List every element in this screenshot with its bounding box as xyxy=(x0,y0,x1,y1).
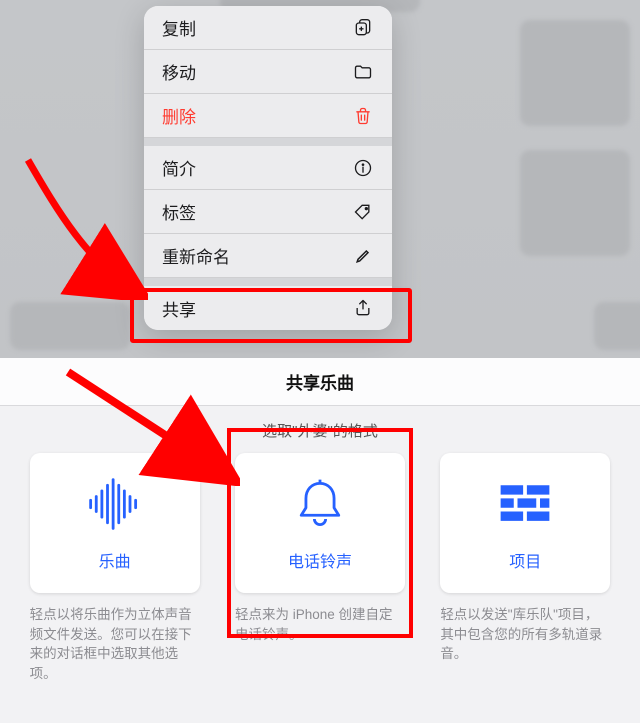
card-song-label: 乐曲 xyxy=(99,548,131,572)
menu-item-copy[interactable]: 复制 xyxy=(144,6,392,50)
waveform-icon xyxy=(85,474,145,534)
pencil-icon xyxy=(352,245,374,267)
menu-separator xyxy=(144,278,392,286)
sheet-subtitle: 选取"外婆"的格式 xyxy=(0,406,640,453)
card-ringtone: 电话铃声 轻点来为 iPhone 创建自定电话铃声。 xyxy=(227,453,413,683)
menu-item-label: 移动 xyxy=(162,59,196,84)
info-icon xyxy=(352,157,374,179)
menu-item-move[interactable]: 移动 xyxy=(144,50,392,94)
tag-icon xyxy=(352,201,374,223)
menu-item-label: 共享 xyxy=(162,296,196,321)
menu-item-label: 重新命名 xyxy=(162,243,230,268)
share-sheet: 共享乐曲 选取"外婆"的格式 xyxy=(0,358,640,723)
screenshot-top-region: 复制 移动 删除 xyxy=(0,0,640,358)
menu-item-label: 标签 xyxy=(162,199,196,224)
menu-separator xyxy=(144,138,392,146)
share-format-cards: 乐曲 轻点以将乐曲作为立体声音频文件发送。您可以在接下来的对话框中选取其他选项。… xyxy=(0,453,640,683)
card-project-label: 项目 xyxy=(509,548,541,572)
menu-item-label: 简介 xyxy=(162,155,196,180)
card-song-tile[interactable]: 乐曲 xyxy=(30,453,200,593)
menu-item-share[interactable]: 共享 xyxy=(144,286,392,330)
annotation-arrow-share xyxy=(18,152,148,300)
card-song-desc: 轻点以将乐曲作为立体声音频文件发送。您可以在接下来的对话框中选取其他选项。 xyxy=(30,605,200,683)
card-ringtone-desc: 轻点来为 iPhone 创建自定电话铃声。 xyxy=(235,605,405,644)
menu-item-delete[interactable]: 删除 xyxy=(144,94,392,138)
background-blur xyxy=(520,20,630,126)
menu-item-rename[interactable]: 重新命名 xyxy=(144,234,392,278)
background-blur xyxy=(520,150,630,256)
copy-plus-icon xyxy=(352,17,374,39)
sheet-title: 共享乐曲 xyxy=(0,358,640,406)
card-song: 乐曲 轻点以将乐曲作为立体声音频文件发送。您可以在接下来的对话框中选取其他选项。 xyxy=(22,453,208,683)
card-ringtone-tile[interactable]: 电话铃声 xyxy=(235,453,405,593)
trash-icon xyxy=(352,105,374,127)
bricks-icon xyxy=(495,474,555,534)
card-project: 项目 轻点以发送"库乐队"项目，其中包含您的所有多轨道录音。 xyxy=(432,453,618,683)
background-blur xyxy=(594,302,640,350)
menu-item-tags[interactable]: 标签 xyxy=(144,190,392,234)
folder-icon xyxy=(352,61,374,83)
menu-item-info[interactable]: 简介 xyxy=(144,146,392,190)
background-blur xyxy=(10,302,130,350)
card-ringtone-label: 电话铃声 xyxy=(288,548,352,572)
share-icon xyxy=(352,297,374,319)
context-menu: 复制 移动 删除 xyxy=(144,6,392,330)
card-project-desc: 轻点以发送"库乐队"项目，其中包含您的所有多轨道录音。 xyxy=(440,605,610,664)
menu-item-label: 复制 xyxy=(162,15,196,40)
bell-icon xyxy=(290,474,350,534)
card-project-tile[interactable]: 项目 xyxy=(440,453,610,593)
menu-item-label: 删除 xyxy=(162,103,196,128)
